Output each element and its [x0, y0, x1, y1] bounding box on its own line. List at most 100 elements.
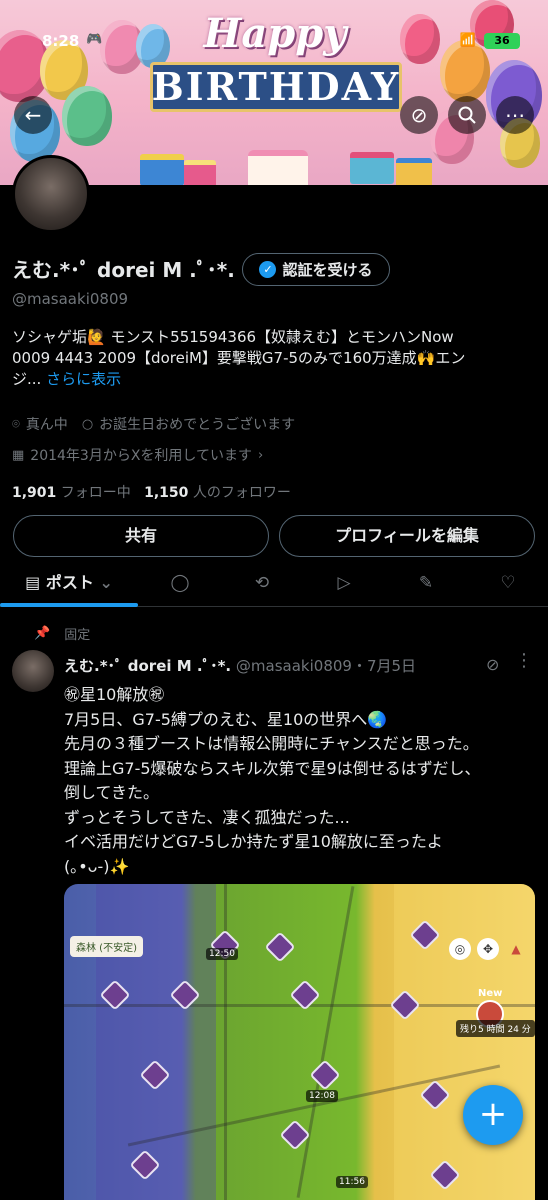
profile-tabs: ▤ ポスト ⌄ ◯ ⟲ ▷ ✎ ♡: [0, 563, 548, 607]
map-timer: 12:50: [206, 948, 238, 960]
post-line: 倒してきた。: [64, 783, 160, 802]
map-road: [296, 886, 355, 1198]
post-header: えむ.*･ﾟ dorei M .ﾟ･*. @masaaki0809・7月5日: [64, 655, 416, 676]
profile-joined-row[interactable]: ▦ 2014年3月からXを利用しています ›: [12, 445, 263, 465]
location-pin-icon: ⌾: [12, 416, 20, 432]
post-line: ずっとそうしてきた、凄く孤独だった...: [64, 807, 350, 827]
article-icon: ✎: [418, 573, 434, 593]
chevron-down-icon: ⌄: [99, 573, 113, 592]
map-compass-icon: ▲: [511, 942, 521, 956]
more-dots-icon: ⋯: [505, 103, 525, 127]
show-more-link[interactable]: さらに表示: [46, 370, 121, 388]
tab-videos[interactable]: ▷: [314, 563, 374, 607]
followers-label: 人のフォロワー: [192, 485, 291, 501]
tab-posts-label: ポスト: [45, 573, 94, 592]
back-button[interactable]: ←: [14, 96, 52, 134]
tab-replies[interactable]: ◯: [150, 563, 210, 607]
map-move-icon: ✥: [477, 938, 499, 960]
following-link[interactable]: 1,901 フォロー中: [12, 485, 131, 501]
profile-bio: ソシャゲ垢🙋 モンスト551594366【奴隷えむ】とモンハンNow 0009 …: [12, 327, 532, 390]
compose-post-button[interactable]: +: [463, 1085, 523, 1145]
post-author-avatar[interactable]: [12, 650, 54, 692]
gift-decoration: [350, 152, 394, 184]
plus-icon: +: [478, 1094, 508, 1134]
bio-line: 0009 4443 2009【doreiM】要撃戦G7-5のみで160万達成🙌エ…: [12, 349, 466, 367]
map-remaining-time: 残り5 時間 24 分: [456, 1020, 535, 1037]
status-bar: 8:28 🎮 📶 36: [0, 0, 548, 50]
heart-icon: ♡: [500, 573, 516, 593]
post-author-name[interactable]: えむ.*･ﾟ dorei M .ﾟ･*.: [64, 657, 231, 675]
post-line: 7月5日、G7-5縛プのえむ、星10の世界へ🌏: [64, 709, 388, 729]
more-options-button[interactable]: ⋯: [496, 96, 534, 134]
profile-meta-row: ⌾ 真ん中 ○ お誕生日おめでとうございます: [12, 414, 295, 434]
balloon-decoration: [440, 40, 490, 102]
get-verified-label: 認証を受ける: [282, 261, 373, 279]
search-icon: [458, 106, 476, 124]
search-button[interactable]: [448, 96, 486, 134]
post-media-image[interactable]: 森林 (不安定) ◎ ✥ ▲ 12:50 12:08 11:56 New 残り5…: [64, 884, 535, 1200]
bio-line: ソシャゲ垢🙋 モンスト551594366【奴隷えむ】とモンハンNow: [12, 328, 454, 346]
edit-profile-button[interactable]: プロフィールを編集: [279, 515, 535, 557]
tab-posts[interactable]: ▤ ポスト ⌄: [0, 563, 138, 607]
balloon-decoration: [62, 86, 112, 146]
cake-decoration: [248, 150, 308, 185]
tab-active-indicator: [0, 603, 138, 607]
profile-birthday: お誕生日おめでとうございます: [99, 417, 296, 433]
post-line: 先月の３種ブーストは情報公開時にチャンスだと思った。: [64, 734, 479, 753]
map-new-label: New: [478, 988, 503, 999]
follow-stats: 1,901 フォロー中 1,150 人のフォロワー: [12, 482, 291, 502]
arrow-left-icon: ←: [24, 103, 42, 127]
bio-line: ジ... さらに表示: [12, 369, 532, 390]
game-controller-icon: 🎮: [86, 32, 103, 47]
profile-avatar[interactable]: [12, 155, 90, 233]
video-icon: ▷: [337, 573, 351, 593]
monster-marker: [264, 931, 296, 963]
banner-birthday-text: BIRTHDAY: [151, 64, 401, 109]
post-more-icon[interactable]: ⋮: [515, 650, 533, 671]
post-text: ㊗星10解放㊗ 7月5日、G7-5縛プのえむ、星10の世界へ🌏 先月の３種ブース…: [64, 683, 539, 879]
followers-link[interactable]: 1,150 人のフォロワー: [144, 485, 291, 501]
calendar-icon: ▦: [12, 447, 25, 463]
grok-button[interactable]: ⊘: [400, 96, 438, 134]
map-timer: 12:08: [306, 1090, 338, 1102]
gift-decoration: [396, 158, 432, 185]
gift-decoration: [140, 154, 184, 185]
gift-decoration: [184, 160, 216, 185]
following-label: フォロー中: [60, 485, 131, 501]
profile-location: 真ん中: [25, 417, 68, 433]
share-button[interactable]: 共有: [13, 515, 269, 557]
map-timer: 11:56: [336, 1176, 368, 1188]
balloon-icon: ○: [81, 416, 94, 432]
post-line: (｡•ᴗ-)✨: [64, 856, 130, 876]
monster-marker: [309, 1059, 341, 1091]
tab-articles[interactable]: ✎: [396, 563, 456, 607]
post-line: 理論上G7-5爆破ならスキル次第で星9は倒せるはずだし、: [64, 758, 481, 778]
verified-badge-icon: ✓: [259, 261, 277, 278]
followers-count: 1,150: [144, 485, 189, 501]
profile-display-name: えむ.*･ﾟ dorei M .ﾟ･*.: [12, 258, 235, 282]
grok-icon: ⊘: [410, 103, 428, 127]
profile-handle: @masaaki0809: [12, 290, 129, 308]
tab-reposts[interactable]: ⟲: [232, 563, 292, 607]
post-line: ㊗星10解放㊗: [64, 685, 165, 704]
grok-explain-icon[interactable]: ⊘: [486, 655, 499, 674]
status-time: 8:28: [42, 32, 80, 50]
reply-bubble-icon: ◯: [170, 573, 190, 593]
wifi-icon: 📶: [459, 33, 476, 48]
map-target-icon: ◎: [449, 938, 471, 960]
profile-joined: 2014年3月からXを利用しています: [30, 448, 253, 464]
following-count: 1,901: [12, 485, 57, 501]
tab-likes[interactable]: ♡: [478, 563, 538, 607]
repost-icon: ⟲: [254, 573, 270, 593]
chevron-right-icon: ›: [258, 447, 264, 463]
battery-indicator: 36: [484, 33, 520, 49]
tab-posts-icon: ▤: [25, 573, 41, 592]
pin-icon: 📌: [34, 626, 51, 641]
bio-tail: ジ...: [12, 370, 42, 388]
post-author-handle-date[interactable]: @masaaki0809・7月5日: [236, 657, 416, 675]
map-zone: [96, 884, 216, 1200]
get-verified-button[interactable]: ✓ 認証を受ける: [242, 253, 390, 286]
pinned-indicator: 📌 固定: [34, 624, 90, 643]
pinned-label: 固定: [64, 628, 91, 643]
post-line: イベ活用だけどG7-5しか持たず星10解放に至ったよ: [64, 832, 443, 851]
